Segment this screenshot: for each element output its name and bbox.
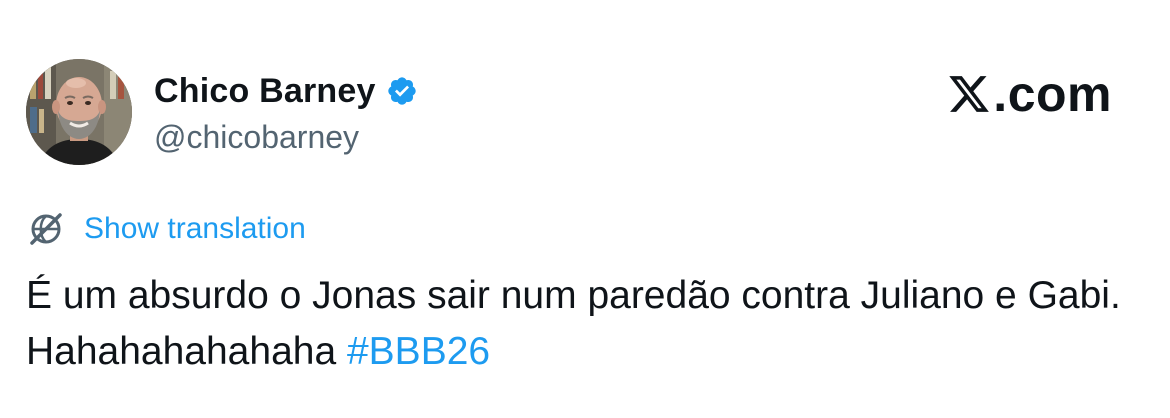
- author-name-row[interactable]: Chico Barney: [154, 70, 418, 112]
- brand-domain-text: .com: [993, 66, 1112, 122]
- show-translation-label[interactable]: Show translation: [84, 209, 306, 249]
- hashtag-link[interactable]: #BBB26: [347, 330, 490, 373]
- tweet-text: É um absurdo o Jonas sair num paredão co…: [26, 268, 1136, 380]
- tweet-card: Chico Barney @chicobarney .com Show tran…: [0, 0, 1170, 418]
- x-logo-icon: [949, 76, 990, 112]
- author-handle[interactable]: @chicobarney: [154, 117, 359, 157]
- verified-badge-icon: [387, 77, 416, 105]
- x-com-brand: .com: [947, 66, 1112, 122]
- tweet-body: É um absurdo o Jonas sair num paredão co…: [26, 274, 1121, 373]
- show-translation-button[interactable]: Show translation: [26, 207, 306, 251]
- author-display-name[interactable]: Chico Barney: [154, 70, 376, 112]
- avatar-photo: [26, 59, 132, 165]
- avatar[interactable]: [26, 59, 132, 165]
- globe-translate-icon: [30, 213, 62, 245]
